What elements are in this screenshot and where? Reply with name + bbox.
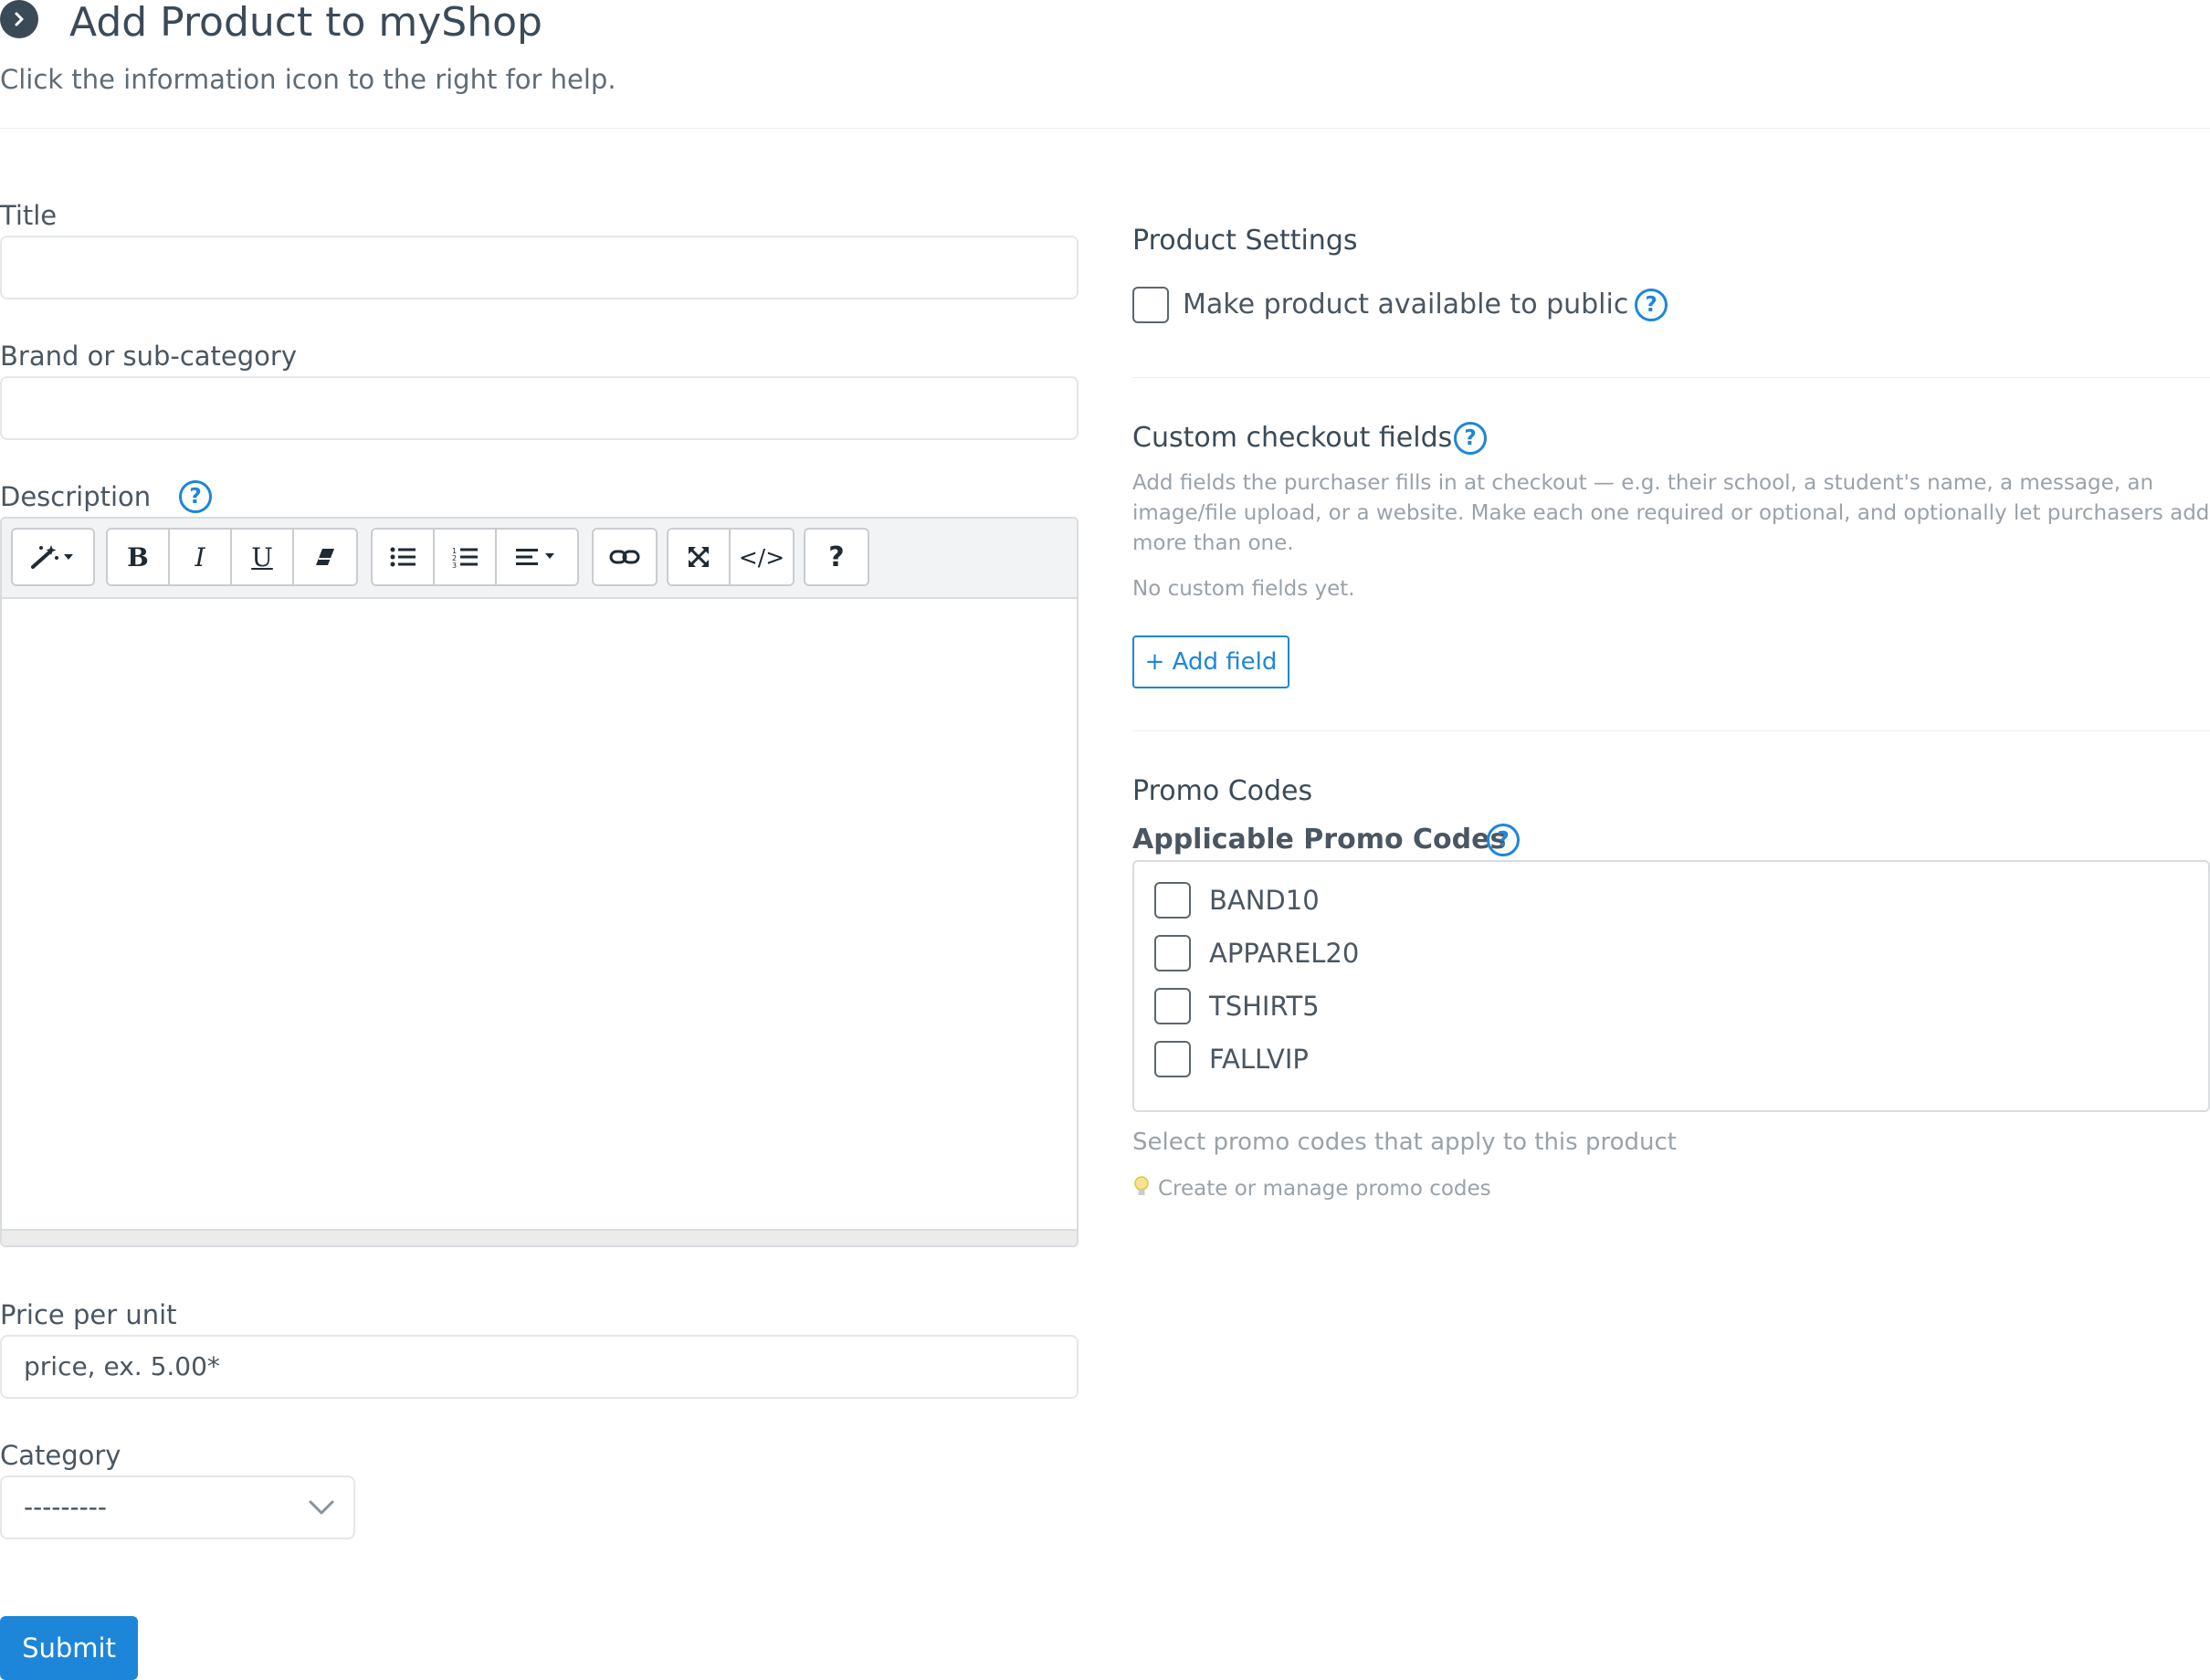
promo-checkbox[interactable]: [1154, 935, 1191, 971]
link-icon[interactable]: [594, 530, 656, 584]
description-label: Description: [0, 481, 152, 512]
submit-button[interactable]: Submit: [0, 1616, 138, 1680]
public-help-icon[interactable]: ?: [1635, 289, 1668, 321]
custom-checkout-heading: Custom checkout fields: [1132, 422, 1453, 454]
price-placeholder: price, ex. 5.00*: [24, 1351, 220, 1381]
toolbar-help-group: ?: [804, 528, 869, 586]
promo-code-label[interactable]: APPAREL20: [1209, 938, 1359, 969]
magic-wand-icon[interactable]: [13, 530, 93, 584]
align-icon[interactable]: [497, 530, 577, 584]
toolbar-view-group: </>: [667, 528, 795, 586]
promo-code-label[interactable]: BAND10: [1209, 885, 1320, 916]
promo-codes-list: BAND10 APPAREL20 TSHIRT5 FALLVIP: [1132, 860, 2210, 1112]
promo-code-item[interactable]: APPAREL20: [1154, 935, 1359, 971]
rich-text-editor[interactable]: B I U 123 </> ?: [0, 517, 1079, 1247]
public-checkbox-label[interactable]: Make product available to public: [1183, 289, 1628, 321]
toolbar-format-group: B I U: [106, 528, 358, 586]
public-checkbox[interactable]: [1132, 287, 1169, 323]
promo-checkbox[interactable]: [1154, 882, 1191, 919]
brand-input[interactable]: [0, 376, 1079, 440]
manage-promo-codes-label[interactable]: Create or manage promo codes: [1158, 1175, 1491, 1202]
title-input[interactable]: [0, 236, 1079, 299]
price-label: Price per unit: [0, 1299, 177, 1330]
eraser-icon[interactable]: [294, 530, 356, 584]
add-field-button[interactable]: + Add field: [1132, 635, 1289, 688]
manage-promo-codes-link[interactable]: Create or manage promo codes: [1132, 1175, 1491, 1202]
category-select[interactable]: ---------: [0, 1475, 355, 1539]
bold-button[interactable]: B: [108, 530, 170, 584]
unordered-list-icon[interactable]: [373, 530, 435, 584]
custom-fields-empty-text: No custom fields yet.: [1132, 577, 1355, 601]
settings-divider: [1132, 377, 2210, 378]
price-input[interactable]: price, ex. 5.00*: [0, 1335, 1079, 1399]
lightbulb-icon: [1132, 1175, 1151, 1202]
editor-content-area[interactable]: [2, 599, 1077, 1231]
promo-code-label[interactable]: FALLVIP: [1209, 1044, 1309, 1075]
header-divider: [0, 128, 2210, 129]
category-label: Category: [0, 1440, 121, 1471]
page-title: Add Product to myShop: [69, 0, 542, 46]
custom-checkout-help-icon[interactable]: ?: [1454, 422, 1487, 455]
underline-button[interactable]: U: [232, 530, 294, 584]
toolbar-list-group: 123: [371, 528, 579, 586]
toolbar-style-group: [11, 528, 95, 586]
editor-toolbar: B I U 123 </> ?: [2, 519, 1077, 599]
category-selected-value: ---------: [24, 1492, 107, 1522]
promo-checkbox[interactable]: [1154, 988, 1191, 1024]
custom-checkout-description-2: image/file upload, or a website. Make ea…: [1132, 501, 2210, 525]
toolbar-insert-group: [592, 528, 658, 586]
code-view-button[interactable]: </>: [731, 530, 793, 584]
promo-help-icon[interactable]: ?: [1487, 824, 1520, 856]
chevron-down-icon: [309, 1499, 334, 1519]
promo-code-label[interactable]: TSHIRT5: [1209, 991, 1320, 1022]
svg-text:3: 3: [452, 562, 457, 568]
ordered-list-icon[interactable]: 123: [435, 530, 497, 584]
promo-code-item[interactable]: TSHIRT5: [1154, 988, 1320, 1024]
editor-help-button[interactable]: ?: [805, 530, 868, 584]
promo-code-item[interactable]: FALLVIP: [1154, 1041, 1309, 1077]
description-help-icon[interactable]: ?: [179, 480, 212, 513]
applicable-promo-codes-label: Applicable Promo Codes: [1132, 824, 1507, 856]
title-label: Title: [0, 200, 58, 231]
editor-resize-bar[interactable]: [2, 1229, 1077, 1245]
promo-codes-heading: Promo Codes: [1132, 775, 1313, 807]
promo-code-item[interactable]: BAND10: [1154, 882, 1320, 919]
fullscreen-icon[interactable]: [668, 530, 731, 584]
promo-hint: Select promo codes that apply to this pr…: [1132, 1129, 1677, 1156]
custom-checkout-description-1: Add fields the purchaser fills in at che…: [1132, 471, 2154, 495]
product-settings-heading: Product Settings: [1132, 225, 1358, 257]
chevron-right-icon[interactable]: [0, 0, 38, 38]
custom-checkout-description-3: more than one.: [1132, 531, 1294, 555]
italic-button[interactable]: I: [170, 530, 232, 584]
promo-checkbox[interactable]: [1154, 1041, 1191, 1077]
checkout-divider: [1132, 730, 2210, 731]
page-subtitle: Click the information icon to the right …: [0, 64, 616, 95]
brand-label: Brand or sub-category: [0, 341, 298, 372]
